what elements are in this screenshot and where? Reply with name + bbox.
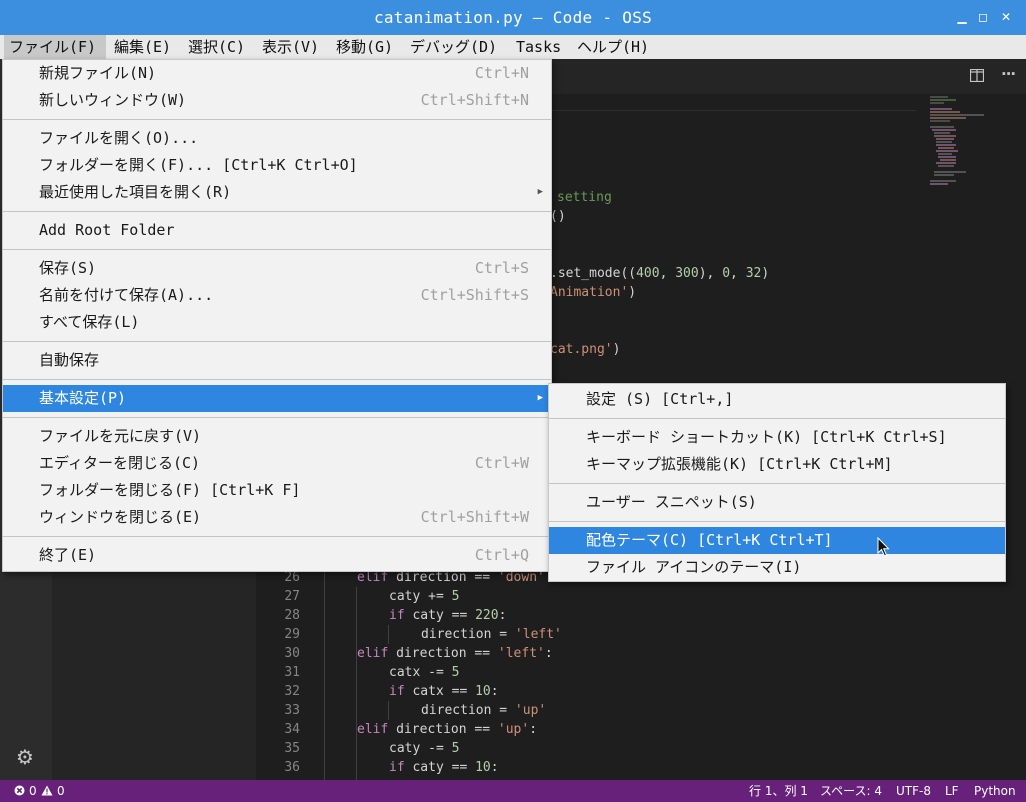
menu-item-exit[interactable]: 終了(E) Ctrl+Q [3,542,551,569]
menu-item-revert-file[interactable]: ファイルを元に戻す(V) [3,423,551,450]
menu-item-open-recent[interactable]: 最近使用した項目を開く(R) ▶ [3,179,551,206]
split-editor-icon[interactable] [969,68,985,86]
line-number: 32 [284,684,300,699]
preferences-submenu: 設定 (S) [Ctrl+,] キーボード ショートカット(K) [Ctrl+K… [548,383,1006,582]
menu-item-keymap-extensions[interactable]: キーマップ拡張機能(K) [Ctrl+K Ctrl+M] [549,451,1005,478]
title-bar: catanimation.py — Code - OSS ▁ ◻ ✕ [0,0,1026,35]
menu-separator [3,249,551,250]
menu-file[interactable]: ファイル(F) [4,35,106,59]
gear-icon[interactable]: ⚙ [16,745,34,769]
menu-tasks[interactable]: Tasks [516,35,561,59]
warning-count[interactable]: 0 [57,780,65,802]
code-line: if caty == 220: [389,608,507,623]
code-line: caty -= 5 [389,741,460,756]
language-mode[interactable]: Python [974,780,1016,802]
menu-separator [549,418,1005,419]
menu-item-settings[interactable]: 設定 (S) [Ctrl+,] [549,386,1005,413]
line-number: 31 [284,665,300,680]
code-line: direction = 'up' [421,703,547,718]
indentation[interactable]: スペース: 4 [820,780,882,802]
code-line: catx -= 5 [389,665,460,680]
minimap[interactable] [926,95,1006,195]
menu-separator [3,379,551,380]
menu-go[interactable]: 移動(G) [336,35,393,59]
menu-separator [3,417,551,418]
menu-item-save-as[interactable]: 名前を付けて保存(A)... Ctrl+Shift+S [3,282,551,309]
code-fragment: () [550,209,566,224]
close-icon[interactable]: ✕ [998,9,1014,25]
menu-item-file-icon-theme[interactable]: ファイル アイコンのテーマ(I) [549,554,1005,581]
menu-separator [549,483,1005,484]
line-number: 29 [284,627,300,642]
menu-item-preferences[interactable]: 基本設定(P) ▶ [3,385,551,412]
menu-bar: ファイル(F) 編集(E) 選択(C) 表示(V) 移動(G) デバッグ(D) … [0,35,1026,60]
menu-item-new-window[interactable]: 新しいウィンドウ(W) Ctrl+Shift+N [3,87,551,114]
line-number: 33 [284,703,300,718]
menu-help[interactable]: ヘルプ(H) [577,35,649,59]
encoding[interactable]: UTF-8 [896,780,931,802]
submenu-arrow-icon: ▶ [537,187,543,197]
line-number: 27 [284,589,300,604]
menu-item-close-editor[interactable]: エディターを閉じる(C) Ctrl+W [3,450,551,477]
end-of-line[interactable]: LF [945,780,959,802]
window-title: catanimation.py — Code - OSS [373,8,653,27]
code-line: elif direction == 'up': [357,722,538,737]
code-fragment: .set_mode((400, 300), 0, 32) [550,266,770,281]
code-line: caty += 5 [389,589,460,604]
menu-separator [3,211,551,212]
error-icon[interactable] [14,780,25,802]
line-number: 30 [284,646,300,661]
mouse-pointer-icon [877,536,891,561]
menu-separator [3,119,551,120]
menu-item-save[interactable]: 保存(S) Ctrl+S [3,255,551,282]
code-fragment: cat.png') [550,342,621,357]
submenu-arrow-icon: ▶ [537,393,543,403]
menu-item-auto-save[interactable]: 自動保存 [3,347,551,374]
menu-item-user-snippets[interactable]: ユーザー スニペット(S) [549,489,1005,516]
line-number: 36 [284,760,300,775]
line-number: 34 [284,722,300,737]
code-fragment: setting [557,190,612,205]
code-line: if catx == 10: [389,684,499,699]
menu-selection[interactable]: 選択(C) [188,35,245,59]
menu-separator [3,341,551,342]
code-line: direction = 'left' [421,627,562,642]
line-number: 35 [284,741,300,756]
line-number: 28 [284,608,300,623]
code-line: elif direction == 'left': [357,646,553,661]
maximize-icon[interactable]: ◻ [975,9,991,25]
minimize-icon[interactable]: ▁ [954,9,970,25]
menu-item-keyboard-shortcuts[interactable]: キーボード ショートカット(K) [Ctrl+K Ctrl+S] [549,424,1005,451]
menu-edit[interactable]: 編集(E) [114,35,171,59]
menu-item-color-theme[interactable]: 配色テーマ(C) [Ctrl+K Ctrl+T] [549,527,1005,554]
menu-separator [549,521,1005,522]
menu-item-close-window[interactable]: ウィンドウを閉じる(E) Ctrl+Shift+W [3,504,551,531]
file-menu: 新規ファイル(N) Ctrl+N 新しいウィンドウ(W) Ctrl+Shift+N … [2,59,552,572]
menu-item-open-file[interactable]: ファイルを開く(O)... [3,125,551,152]
code-fragment: Animation') [550,285,637,300]
more-actions-icon[interactable]: ··· [1001,65,1016,83]
cursor-position[interactable]: 行 1、列 1 [749,780,808,802]
error-count[interactable]: 0 [29,780,37,802]
menu-item-close-folder[interactable]: フォルダーを閉じる(F) [Ctrl+K F] [3,477,551,504]
menu-item-new-file[interactable]: 新規ファイル(N) Ctrl+N [3,60,551,87]
menu-item-add-root-folder[interactable]: Add Root Folder [3,217,551,244]
menu-view[interactable]: 表示(V) [262,35,319,59]
status-bar: 0 0 行 1、列 1 スペース: 4 UTF-8 LF Python [0,780,1026,802]
menu-separator [3,536,551,537]
menu-item-save-all[interactable]: すべて保存(L) [3,309,551,336]
warning-icon[interactable] [41,780,53,802]
menu-item-open-folder[interactable]: フォルダーを開く(F)... [Ctrl+K Ctrl+O] [3,152,551,179]
menu-debug[interactable]: デバッグ(D) [410,35,497,59]
code-line: if caty == 10: [389,760,499,775]
